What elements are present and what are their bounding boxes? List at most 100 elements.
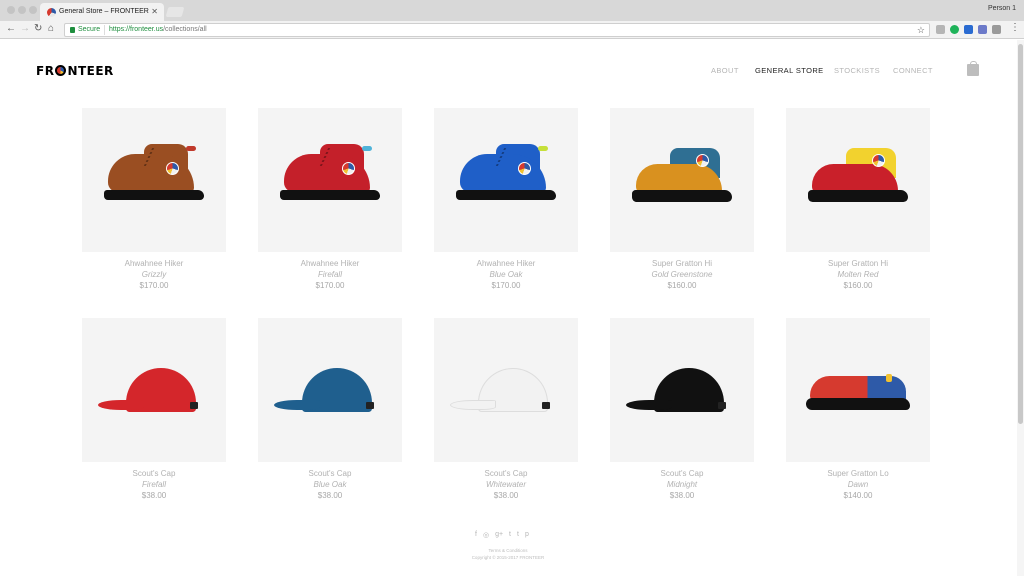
tab-close-icon[interactable]: ✕ bbox=[151, 7, 158, 16]
product-image[interactable] bbox=[258, 318, 402, 462]
extension-v-icon[interactable] bbox=[964, 25, 973, 34]
fronteer-patch-icon bbox=[342, 162, 355, 175]
extension-cloud-icon[interactable] bbox=[936, 25, 945, 34]
tab-bar: General Store – FRONTEER ✕ Person 1 bbox=[0, 0, 1024, 21]
lock-icon bbox=[70, 27, 75, 33]
bookmark-star-icon[interactable]: ☆ bbox=[917, 25, 925, 36]
product-image[interactable] bbox=[82, 318, 226, 462]
product-image[interactable] bbox=[610, 318, 754, 462]
product-name[interactable]: Ahwahnee Hiker bbox=[258, 259, 402, 268]
product-price: $170.00 bbox=[315, 281, 345, 290]
nav-stockists[interactable]: STOCKISTS bbox=[834, 66, 880, 75]
product-price: $170.00 bbox=[139, 281, 169, 290]
profile-button[interactable]: Person 1 bbox=[988, 5, 1016, 12]
shoe-sole-shape bbox=[808, 190, 908, 202]
pinterest-icon[interactable]: p bbox=[525, 531, 529, 539]
back-icon[interactable]: ← bbox=[6, 23, 16, 34]
fronteer-patch-icon bbox=[696, 154, 709, 167]
heel-tab-shape bbox=[538, 146, 548, 151]
product-card[interactable]: Ahwahnee Hiker Blue Oak $170.00 bbox=[434, 108, 578, 290]
cap-bill-shape bbox=[274, 400, 320, 410]
product-card[interactable]: Scout's Cap Firefall $38.00 bbox=[82, 318, 226, 500]
facebook-icon[interactable]: f bbox=[475, 531, 477, 539]
product-card[interactable]: Ahwahnee Hiker Grizzly $170.00 bbox=[82, 108, 226, 290]
cap-bill-shape bbox=[450, 400, 496, 410]
heel-tab-shape bbox=[362, 146, 372, 151]
product-image[interactable] bbox=[434, 318, 578, 462]
product-price: $38.00 bbox=[669, 491, 695, 500]
home-icon[interactable]: ⌂ bbox=[48, 23, 54, 34]
product-image[interactable] bbox=[786, 318, 930, 462]
extension-badge-icon[interactable] bbox=[978, 25, 987, 34]
product-variant: Grizzly bbox=[141, 270, 167, 279]
product-card[interactable]: Scout's Cap Whitewater $38.00 bbox=[434, 318, 578, 500]
product-price: $170.00 bbox=[491, 281, 521, 290]
boot-sole-shape bbox=[104, 190, 204, 200]
shopping-bag-icon[interactable] bbox=[967, 61, 979, 76]
product-price: $160.00 bbox=[667, 281, 697, 290]
address-bar[interactable]: Secure https://fronteer.us/collections/a… bbox=[64, 23, 930, 37]
product-name[interactable]: Ahwahnee Hiker bbox=[434, 259, 578, 268]
extension-grammarly-icon[interactable] bbox=[950, 25, 959, 34]
new-tab-button[interactable] bbox=[165, 7, 185, 17]
nav-connect[interactable]: CONNECT bbox=[893, 66, 933, 75]
cap-strap-shape bbox=[366, 402, 374, 409]
product-card[interactable]: Scout's Cap Blue Oak $38.00 bbox=[258, 318, 402, 500]
logo-text-right: NTEER bbox=[67, 64, 114, 78]
product-image[interactable] bbox=[82, 108, 226, 252]
page-scrollbar[interactable] bbox=[1017, 40, 1024, 576]
heel-tab-shape bbox=[186, 146, 196, 151]
nav-about[interactable]: ABOUT bbox=[711, 66, 739, 75]
scrollbar-thumb[interactable] bbox=[1018, 44, 1023, 424]
product-price: $160.00 bbox=[843, 281, 873, 290]
fronteer-patch-icon bbox=[166, 162, 179, 175]
product-price: $38.00 bbox=[493, 491, 519, 500]
product-name[interactable]: Scout's Cap bbox=[258, 469, 402, 478]
product-name[interactable]: Super Gratton Lo bbox=[786, 469, 930, 478]
logo-badge-icon bbox=[55, 65, 67, 76]
product-name[interactable]: Scout's Cap bbox=[434, 469, 578, 478]
active-tab[interactable]: General Store – FRONTEER ✕ bbox=[40, 3, 164, 21]
cap-bill-shape bbox=[98, 400, 144, 410]
google-plus-icon[interactable]: g+ bbox=[495, 531, 503, 539]
product-card[interactable]: Super Gratton Hi Gold Greenstone $160.00 bbox=[610, 108, 754, 290]
product-image[interactable] bbox=[610, 108, 754, 252]
instagram-icon[interactable]: ◎ bbox=[483, 531, 489, 539]
url-text[interactable]: https://fronteer.us/collections/all bbox=[109, 26, 207, 33]
fronteer-logo[interactable]: FR NTEER bbox=[36, 64, 114, 78]
minimize-window-icon[interactable] bbox=[18, 6, 26, 14]
product-variant: Whitewater bbox=[485, 480, 526, 489]
product-card[interactable]: Ahwahnee Hiker Firefall $170.00 bbox=[258, 108, 402, 290]
product-image[interactable] bbox=[434, 108, 578, 252]
logo-text-left: FR bbox=[36, 64, 55, 78]
tumblr-icon[interactable]: t bbox=[517, 531, 519, 539]
shoe-sole-shape bbox=[632, 190, 732, 202]
forward-icon[interactable]: → bbox=[20, 23, 30, 34]
extension-arrow-icon[interactable] bbox=[992, 25, 1001, 34]
product-image[interactable] bbox=[786, 108, 930, 252]
product-name[interactable]: Scout's Cap bbox=[82, 469, 226, 478]
twitter-icon[interactable]: t bbox=[509, 531, 511, 539]
product-variant: Molten Red bbox=[837, 270, 879, 279]
fronteer-patch-icon bbox=[518, 162, 531, 175]
maximize-window-icon[interactable] bbox=[29, 6, 37, 14]
secure-label: Secure bbox=[78, 26, 101, 33]
terms-link[interactable]: Terms & Conditions bbox=[0, 548, 1016, 553]
close-window-icon[interactable] bbox=[7, 6, 15, 14]
browser-toolbar: ← → ↻ ⌂ Secure https://fronteer.us/colle… bbox=[0, 21, 1024, 39]
product-variant: Midnight bbox=[666, 480, 698, 489]
product-card[interactable]: Super Gratton Lo Dawn $140.00 bbox=[786, 318, 930, 500]
product-card[interactable]: Scout's Cap Midnight $38.00 bbox=[610, 318, 754, 500]
reload-icon[interactable]: ↻ bbox=[34, 23, 42, 34]
chrome-menu-icon[interactable]: ⋮ bbox=[1010, 22, 1020, 33]
product-name[interactable]: Scout's Cap bbox=[610, 469, 754, 478]
omnibox-divider bbox=[104, 25, 105, 35]
product-card[interactable]: Super Gratton Hi Molten Red $160.00 bbox=[786, 108, 930, 290]
product-name[interactable]: Super Gratton Hi bbox=[610, 259, 754, 268]
nav-general-store[interactable]: GENERAL STORE bbox=[755, 66, 824, 75]
product-variant: Gold Greenstone bbox=[651, 270, 713, 279]
favicon-icon bbox=[47, 8, 56, 17]
product-name[interactable]: Ahwahnee Hiker bbox=[82, 259, 226, 268]
product-image[interactable] bbox=[258, 108, 402, 252]
product-name[interactable]: Super Gratton Hi bbox=[786, 259, 930, 268]
